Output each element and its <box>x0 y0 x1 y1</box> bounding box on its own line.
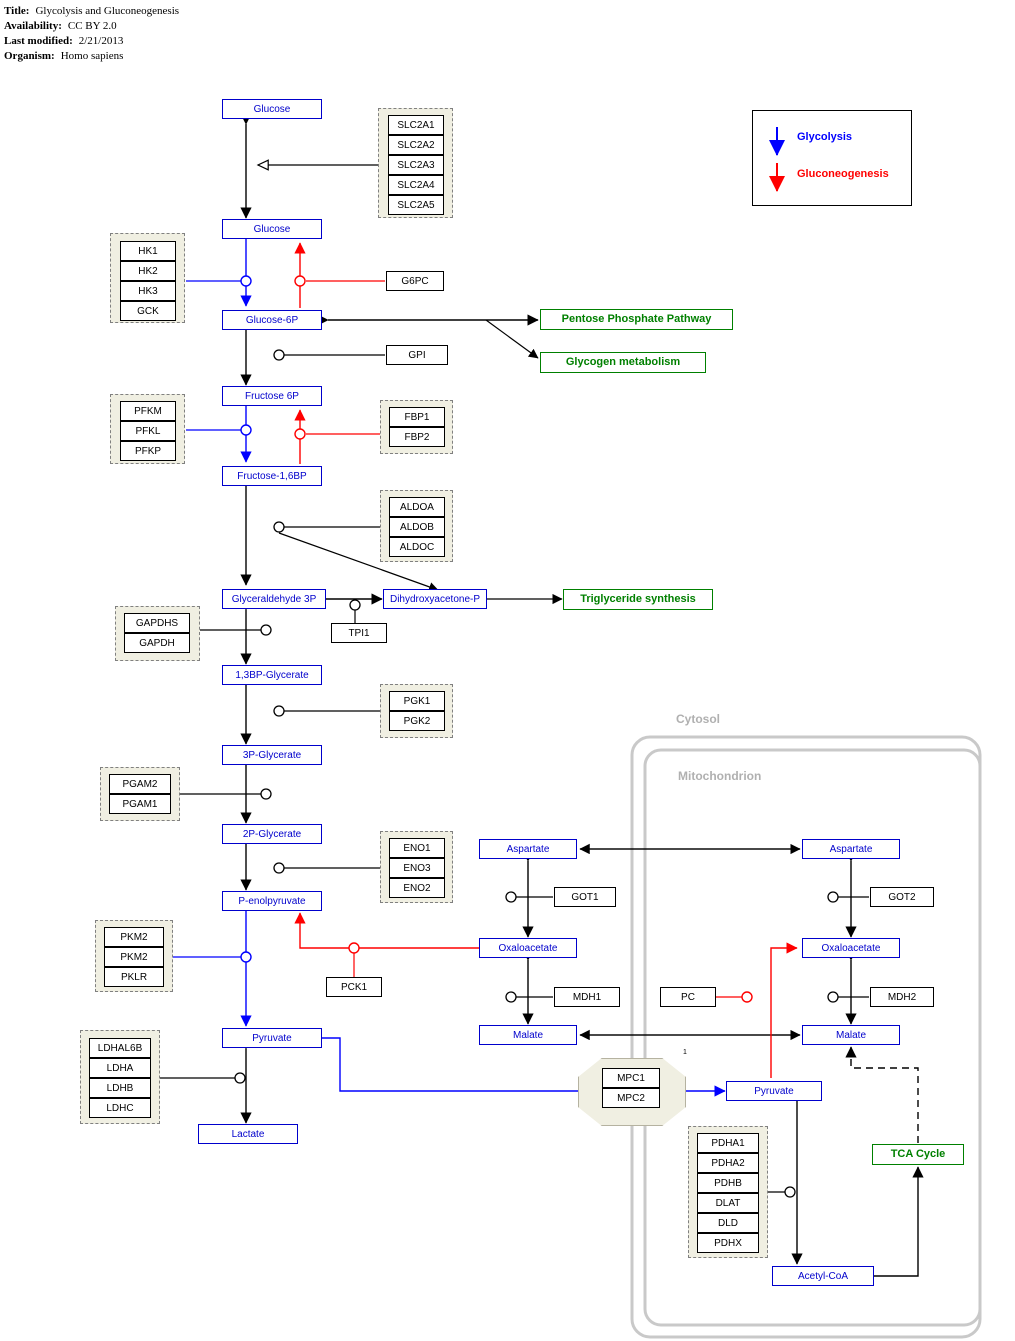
gene-slc2a4[interactable]: SLC2A4 <box>388 175 444 195</box>
gene-pgam2[interactable]: PGAM2 <box>109 774 171 794</box>
gene-gapdh[interactable]: GAPDH <box>124 633 190 653</box>
metabolite-aspartate-cytosolic[interactable]: Aspartate <box>479 839 577 859</box>
gene-got2[interactable]: GOT2 <box>870 887 934 907</box>
gene-pfkm[interactable]: PFKM <box>120 401 176 421</box>
gene-fbp1[interactable]: FBP1 <box>389 407 445 427</box>
gene-ldha[interactable]: LDHA <box>89 1058 151 1078</box>
pathway-link-glycogen-metabolism[interactable]: Glycogen metabolism <box>540 352 706 373</box>
gene-slc2a1[interactable]: SLC2A1 <box>388 115 444 135</box>
metabolite-malate-mitochondrial[interactable]: Malate <box>802 1025 900 1045</box>
metabolite-2p-glycerate[interactable]: 2P-Glycerate <box>222 824 322 844</box>
gene-mdh2[interactable]: MDH2 <box>870 987 934 1007</box>
gene-fbp2[interactable]: FBP2 <box>389 427 445 447</box>
gene-eno3[interactable]: ENO3 <box>389 858 445 878</box>
gene-pdhx[interactable]: PDHX <box>697 1233 759 1253</box>
gene-pck1[interactable]: PCK1 <box>326 977 382 997</box>
gene-pdha2[interactable]: PDHA2 <box>697 1153 759 1173</box>
cytosol-label: Cytosol <box>676 712 721 726</box>
gene-gapdhs[interactable]: GAPDHS <box>124 613 190 633</box>
gene-hk1[interactable]: HK1 <box>120 241 176 261</box>
metabolite-3p-glycerate[interactable]: 3P-Glycerate <box>222 745 322 765</box>
metabolite-lactate[interactable]: Lactate <box>198 1124 298 1144</box>
gene-pfkl[interactable]: PFKL <box>120 421 176 441</box>
gene-hk2[interactable]: HK2 <box>120 261 176 281</box>
gene-slc2a2[interactable]: SLC2A2 <box>388 135 444 155</box>
metabolite-oxaloacetate-mitochondrial[interactable]: Oxaloacetate <box>802 938 900 958</box>
legend-box: Glycolysis Gluconeogenesis <box>752 110 912 206</box>
gene-pdhb[interactable]: PDHB <box>697 1173 759 1193</box>
metabolite-pyruvate-mitochondrial[interactable]: Pyruvate <box>726 1081 822 1101</box>
gene-pdha1[interactable]: PDHA1 <box>697 1133 759 1153</box>
gene-eno2[interactable]: ENO2 <box>389 878 445 898</box>
metabolite-dihydroxyacetone-p[interactable]: Dihydroxyacetone-P <box>383 589 487 609</box>
metabolite-acetyl-coa[interactable]: Acetyl-CoA <box>772 1266 874 1286</box>
gene-tpi1[interactable]: TPI1 <box>331 623 387 643</box>
gene-hk3[interactable]: HK3 <box>120 281 176 301</box>
metabolite-glucose-cytosolic[interactable]: Glucose <box>222 219 322 239</box>
metabolite-malate-cytosolic[interactable]: Malate <box>479 1025 577 1045</box>
gene-mpc2[interactable]: MPC2 <box>602 1088 660 1108</box>
gene-slc2a5[interactable]: SLC2A5 <box>388 195 444 215</box>
metabolite-p-enolpyruvate[interactable]: P-enolpyruvate <box>222 891 322 911</box>
gene-pgk2[interactable]: PGK2 <box>389 711 445 731</box>
legend-gluconeogenesis-label: Gluconeogenesis <box>797 168 889 180</box>
gene-aldoc[interactable]: ALDOC <box>389 537 445 557</box>
gene-aldob[interactable]: ALDOB <box>389 517 445 537</box>
gene-pgam1[interactable]: PGAM1 <box>109 794 171 814</box>
gene-slc2a3[interactable]: SLC2A3 <box>388 155 444 175</box>
metabolite-oxaloacetate-cytosolic[interactable]: Oxaloacetate <box>479 938 577 958</box>
gene-got1[interactable]: GOT1 <box>554 887 616 907</box>
metabolite-glucose-6p[interactable]: Glucose-6P <box>222 310 322 330</box>
pathway-link-tca-cycle[interactable]: TCA Cycle <box>872 1144 964 1165</box>
gene-eno1[interactable]: ENO1 <box>389 838 445 858</box>
gene-gck[interactable]: GCK <box>120 301 176 321</box>
mpc-superscript-label: 1 <box>683 1049 687 1056</box>
gene-mpc1[interactable]: MPC1 <box>602 1068 660 1088</box>
gene-pkm2-a[interactable]: PKM2 <box>104 927 164 947</box>
gene-g6pc[interactable]: G6PC <box>386 271 444 291</box>
pathway-link-pentose-phosphate[interactable]: Pentose Phosphate Pathway <box>540 309 733 330</box>
gene-aldoa[interactable]: ALDOA <box>389 497 445 517</box>
gene-pfkp[interactable]: PFKP <box>120 441 176 461</box>
gene-mdh1[interactable]: MDH1 <box>554 987 620 1007</box>
metabolite-1-3bp-glycerate[interactable]: 1,3BP-Glycerate <box>222 665 322 685</box>
metabolite-fructose-1-6-bp[interactable]: Fructose-1,6BP <box>222 466 322 486</box>
legend-glycolysis-label: Glycolysis <box>797 131 853 143</box>
metabolite-glucose-extracellular[interactable]: Glucose <box>222 99 322 119</box>
gene-ldhal6b[interactable]: LDHAL6B <box>89 1038 151 1058</box>
gene-ldhc[interactable]: LDHC <box>89 1098 151 1118</box>
gene-pklr[interactable]: PKLR <box>104 967 164 987</box>
gene-pc[interactable]: PC <box>660 987 716 1007</box>
gene-pgk1[interactable]: PGK1 <box>389 691 445 711</box>
gene-dlat[interactable]: DLAT <box>697 1193 759 1213</box>
metabolite-glyceraldehyde-3p[interactable]: Glyceraldehyde 3P <box>222 589 326 609</box>
pathway-link-triglyceride-synthesis[interactable]: Triglyceride synthesis <box>563 589 713 610</box>
metabolite-fructose-6p[interactable]: Fructose 6P <box>222 386 322 406</box>
metabolite-pyruvate-cytosolic[interactable]: Pyruvate <box>222 1028 322 1048</box>
gene-ldhb[interactable]: LDHB <box>89 1078 151 1098</box>
mitochondrion-label: Mitochondrion <box>678 769 762 783</box>
gene-gpi[interactable]: GPI <box>386 345 448 365</box>
gene-dld[interactable]: DLD <box>697 1213 759 1233</box>
gene-pkm2-b[interactable]: PKM2 <box>104 947 164 967</box>
metabolite-aspartate-mitochondrial[interactable]: Aspartate <box>802 839 900 859</box>
